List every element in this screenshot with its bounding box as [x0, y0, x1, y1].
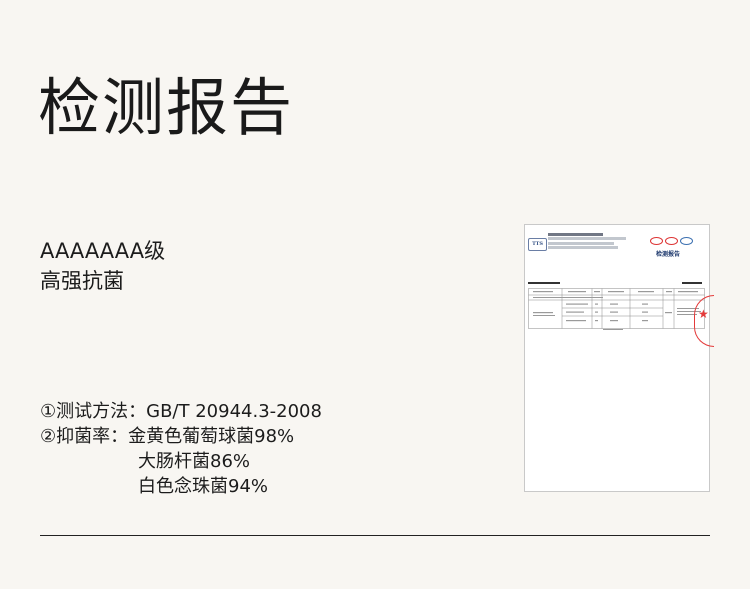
red-seal-stamp	[694, 295, 714, 347]
report-footer-line	[603, 329, 623, 330]
report-document-image: TTS 检测报告 ★	[524, 224, 714, 492]
grade-level: AAAAAAA级	[40, 239, 166, 263]
grade-description: 高强抗菌	[40, 269, 124, 293]
report-doc-title: 检测报告	[656, 251, 681, 258]
spec-rate-candida: 白色念珠菌94%	[138, 476, 269, 497]
spec-rate-row: ②抑菌率：金黄色葡萄球菌98%	[40, 424, 322, 449]
spec-rate-ecoli: 大肠杆菌86%	[138, 451, 251, 472]
report-results-table	[528, 288, 705, 329]
certification-marks-icon	[650, 237, 693, 245]
grade-block: AAAAAAA级 高强抗菌	[40, 236, 165, 296]
spec-rate-staph: 金黄色葡萄球菌98%	[128, 426, 295, 447]
seal-star-icon: ★	[698, 307, 709, 321]
page-title: 检测报告	[38, 71, 295, 144]
tts-logo: TTS	[528, 238, 547, 251]
report-page-line	[682, 282, 702, 284]
report-number-line	[528, 282, 560, 284]
spec-test-method: ①测试方法：GB/T 20944.3-2008	[40, 401, 322, 422]
report-org-header	[548, 233, 626, 251]
bottom-divider	[40, 535, 710, 536]
spec-rate-label: ②抑菌率：	[40, 426, 129, 447]
test-specs: ①测试方法：GB/T 20944.3-2008 ②抑菌率：金黄色葡萄球菌98% …	[40, 399, 322, 499]
